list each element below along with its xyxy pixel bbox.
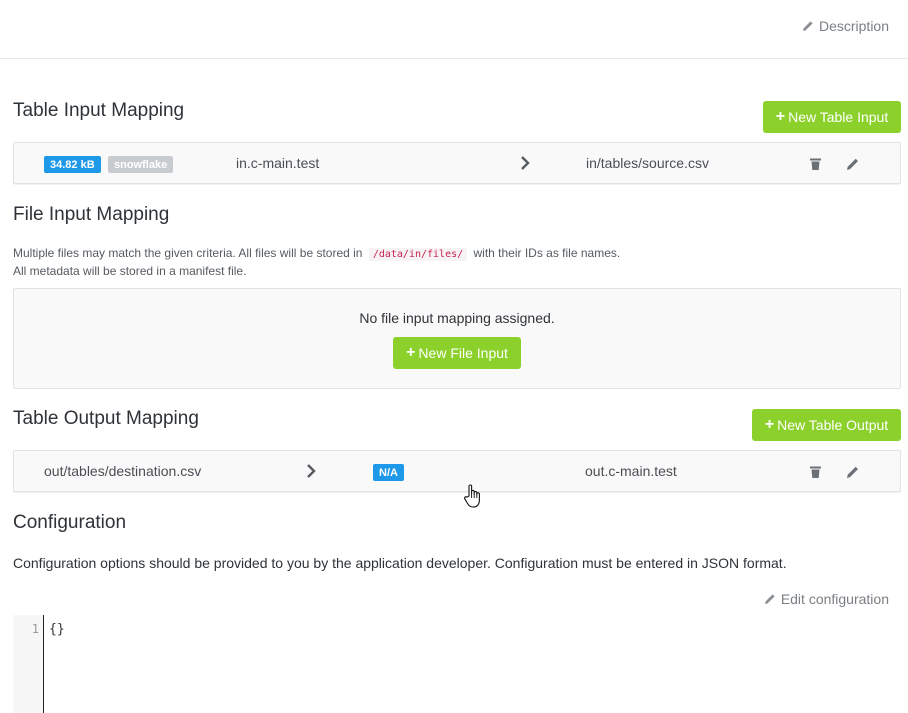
edit-configuration-link[interactable]: Edit configuration xyxy=(764,591,889,607)
file-input-title: File Input Mapping xyxy=(13,204,170,225)
edit-configuration-label: Edit configuration xyxy=(780,591,889,607)
size-badge: N/A xyxy=(373,464,404,481)
chevron-right-icon xyxy=(307,464,316,478)
table-output-title: Table Output Mapping xyxy=(13,408,199,429)
note-path: /data/in/files/ xyxy=(368,248,468,261)
description-link[interactable]: Description xyxy=(802,18,889,34)
code-line: {} xyxy=(49,622,65,637)
output-source: out/tables/destination.csv xyxy=(44,463,202,479)
pencil-icon xyxy=(764,594,775,604)
new-table-output-label: New Table Output xyxy=(777,417,889,433)
input-destination: in/tables/source.csv xyxy=(586,155,709,171)
pencil-icon[interactable] xyxy=(846,157,859,171)
trash-icon[interactable] xyxy=(809,465,822,479)
note-part2: with their IDs as file names. xyxy=(473,246,621,260)
size-badge: 34.82 kB xyxy=(44,156,101,173)
plus-icon: + xyxy=(406,344,416,361)
new-table-input-button[interactable]: + New Table Input xyxy=(763,101,901,133)
plus-icon: + xyxy=(764,416,775,433)
plus-icon: + xyxy=(775,108,786,125)
new-file-input-button[interactable]: + New File Input xyxy=(393,337,521,369)
table-input-row[interactable]: 34.82 kB snowflake in.c-main.test in/tab… xyxy=(13,142,901,184)
input-source: in.c-main.test xyxy=(236,155,320,171)
backend-badge: snowflake xyxy=(108,156,174,173)
new-file-input-label: New File Input xyxy=(418,345,508,361)
new-table-output-button[interactable]: + New Table Output xyxy=(752,409,901,441)
note-line2: All metadata will be stored in a manifes… xyxy=(13,264,247,278)
output-destination: out.c-main.test xyxy=(585,463,677,479)
json-editor[interactable]: 1 {} xyxy=(13,615,908,713)
pencil-icon xyxy=(802,21,813,31)
pencil-icon[interactable] xyxy=(846,465,859,479)
trash-icon[interactable] xyxy=(809,157,822,171)
description-label: Description xyxy=(818,18,889,34)
editor-gutter: 1 xyxy=(13,615,44,713)
configuration-help-text: Configuration options should be provided… xyxy=(13,555,787,571)
chevron-right-icon xyxy=(521,156,530,170)
configuration-title: Configuration xyxy=(13,512,127,533)
file-input-note: Multiple files may match the given crite… xyxy=(13,245,620,279)
table-input-title: Table Input Mapping xyxy=(13,100,185,121)
top-bar: Description xyxy=(0,0,908,59)
new-table-input-label: New Table Input xyxy=(788,109,889,125)
table-output-row[interactable]: out/tables/destination.csv N/A out.c-mai… xyxy=(13,450,901,492)
empty-state-text: No file input mapping assigned. xyxy=(359,310,555,326)
line-number: 1 xyxy=(31,622,39,636)
note-part1: Multiple files may match the given crite… xyxy=(13,246,363,260)
